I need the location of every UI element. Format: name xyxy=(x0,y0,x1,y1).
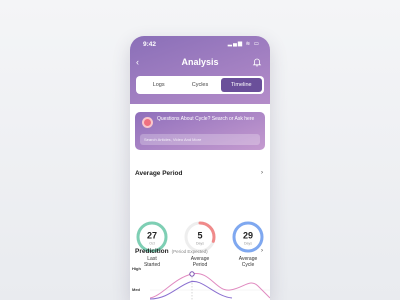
tab-logs[interactable]: Logs xyxy=(138,78,179,92)
prediction-chart xyxy=(150,271,270,300)
chevron-right-icon[interactable]: › xyxy=(261,248,263,254)
status-icons: ▂▄▆ ≋ ▭ xyxy=(227,41,260,47)
stat-value: 5 xyxy=(197,231,202,241)
search-input[interactable] xyxy=(140,134,260,145)
stat-average-period: 5 Days Average Period xyxy=(183,221,217,268)
header: 9:42 ▂▄▆ ≋ ▭ ‹ Analysis Logs Cycles Time… xyxy=(130,36,270,104)
segmented-tabs: Logs Cycles Timeline xyxy=(136,76,264,94)
tab-timeline[interactable]: Timeline xyxy=(220,78,262,92)
data-point[interactable] xyxy=(189,271,195,277)
tab-cycles[interactable]: Cycles xyxy=(179,78,220,92)
average-period-title: Average Period xyxy=(135,170,183,177)
stat-value: 29 xyxy=(243,231,253,241)
bell-icon[interactable] xyxy=(252,57,262,67)
stat-label: Average Cycle xyxy=(231,256,265,268)
ask-card: Questions About Cycle? Search or Ask her… xyxy=(135,112,265,150)
stat-unit: Days xyxy=(196,242,204,246)
stat-unit: Days xyxy=(244,242,252,246)
page-title: Analysis xyxy=(181,57,219,67)
status-time: 9:42 xyxy=(143,41,157,48)
y-label-med: Med xyxy=(132,287,140,292)
chevron-right-icon[interactable]: › xyxy=(261,170,263,176)
cycle-icon xyxy=(142,117,153,128)
prediction-title: Predicition (Period Expected) xyxy=(135,248,208,255)
title-bar: ‹ Analysis xyxy=(130,56,270,70)
prediction-title-text: Predicition xyxy=(135,248,169,255)
stat-unit: Oct xyxy=(149,242,154,246)
stat-average-cycle: 29 Days Average Cycle xyxy=(231,221,265,268)
phone-screen: 9:42 ▂▄▆ ≋ ▭ ‹ Analysis Logs Cycles Time… xyxy=(130,36,270,300)
stat-label: Average Period xyxy=(183,256,217,268)
y-label-high: High xyxy=(132,266,141,271)
status-bar: 9:42 ▂▄▆ ≋ ▭ xyxy=(130,41,270,51)
stat-value: 27 xyxy=(147,231,157,241)
ask-question: Questions About Cycle? Search or Ask her… xyxy=(157,116,255,122)
ring-average-cycle: 29 Days xyxy=(232,221,264,253)
prediction-subtitle: (Period Expected) xyxy=(171,249,208,254)
stat-last-started: 27 Oct Last Started xyxy=(135,221,169,268)
